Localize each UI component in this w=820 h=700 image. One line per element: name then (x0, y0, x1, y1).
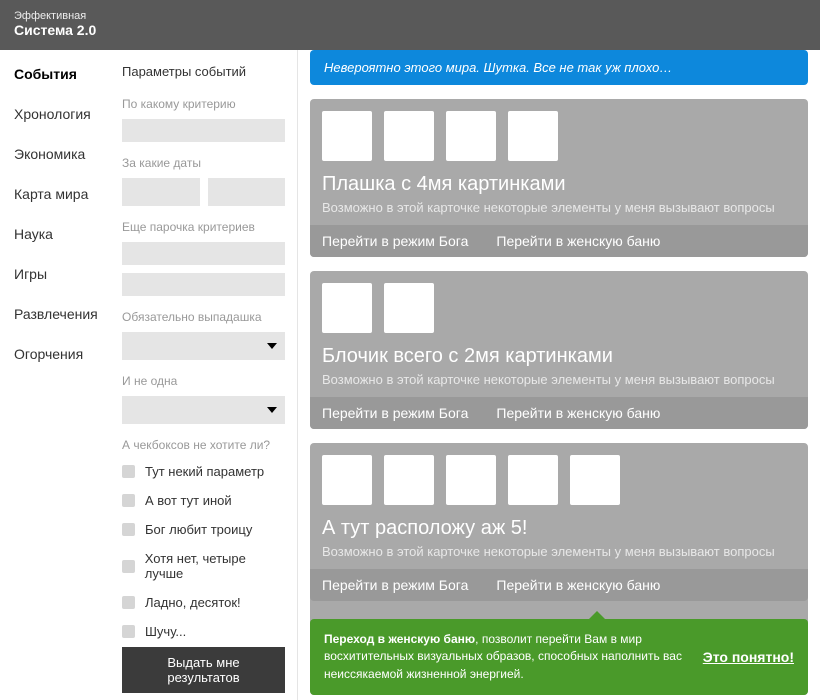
date-from-input[interactable] (122, 178, 200, 206)
checkbox-icon (122, 465, 135, 478)
card-1: Плашка с 4мя картинками Возможно в этой … (310, 99, 808, 257)
god-mode-link[interactable]: Перейти в режим Бога (322, 577, 468, 593)
header: Эффективная Система 2.0 (0, 0, 820, 50)
thumbnail[interactable] (508, 111, 558, 161)
checkboxes-label: А чекбоксов не хотите ли? (122, 438, 285, 452)
bathhouse-link[interactable]: Перейти в женскую баню (496, 577, 660, 593)
dropdown1-label: Обязательно выпадашка (122, 310, 285, 324)
checkbox-label: Хотя нет, четыре лучше (145, 551, 285, 581)
thumbnail[interactable] (446, 111, 496, 161)
info-banner-text: Невероятно этого мира. Шутка. Все не так… (324, 60, 794, 75)
checkbox-label: А вот тут иной (145, 493, 232, 508)
card-2: Блочик всего с 2мя картинками Возможно в… (310, 271, 808, 429)
more-criteria-label: Еще парочка критериев (122, 220, 285, 234)
date-to-input[interactable] (208, 178, 286, 206)
checkbox-label: Ладно, десяток! (145, 595, 241, 610)
thumbnail[interactable] (384, 455, 434, 505)
checkbox-label: Бог любит троицу (145, 522, 252, 537)
thumbnail[interactable] (508, 455, 558, 505)
card-title: Плашка с 4мя картинками (322, 173, 796, 196)
content-area[interactable]: Невероятно этого мира. Шутка. Все не так… (298, 50, 820, 700)
checkbox-4[interactable]: Хотя нет, четыре лучше (122, 551, 285, 581)
extra-input-2[interactable] (122, 273, 285, 296)
nav-item-games[interactable]: Игры (14, 266, 104, 282)
checkbox-2[interactable]: А вот тут иной (122, 493, 285, 508)
nav-item-science[interactable]: Наука (14, 226, 104, 242)
nav-item-entertainment[interactable]: Развлечения (14, 306, 104, 322)
checkbox-icon (122, 523, 135, 536)
card-description: Возможно в этой карточке некоторые элеме… (322, 544, 796, 559)
checkbox-icon (122, 625, 135, 638)
dates-label: За какие даты (122, 156, 285, 170)
thumbnail[interactable] (570, 455, 620, 505)
nav-item-economy[interactable]: Экономика (14, 146, 104, 162)
card-title: А тут расположу аж 5! (322, 517, 796, 540)
checkbox-icon (122, 596, 135, 609)
checkbox-label: Шучу... (145, 624, 186, 639)
god-mode-link[interactable]: Перейти в режим Бога (322, 405, 468, 421)
god-mode-link[interactable]: Перейти в режим Бога (322, 233, 468, 249)
thumbnail[interactable] (446, 455, 496, 505)
thumbnail[interactable] (322, 283, 372, 333)
card-description: Возможно в этой карточке некоторые элеме… (322, 200, 796, 215)
tooltip-text: Переход в женскую баню, позволит перейти… (324, 631, 687, 683)
thumbnail[interactable] (384, 111, 434, 161)
card-title: Блочик всего с 2мя картинками (322, 345, 796, 368)
bathhouse-link[interactable]: Перейти в женскую баню (496, 233, 660, 249)
filters-heading: Параметры событий (122, 64, 285, 79)
extra-input-1[interactable] (122, 242, 285, 265)
checkbox-1[interactable]: Тут некий параметр (122, 464, 285, 479)
nav-item-chronology[interactable]: Хронология (14, 106, 104, 122)
checkbox-3[interactable]: Бог любит троицу (122, 522, 285, 537)
nav-item-worldmap[interactable]: Карта мира (14, 186, 104, 202)
card-3: А тут расположу аж 5! Возможно в этой ка… (310, 443, 808, 695)
checkbox-5[interactable]: Ладно, десяток! (122, 595, 285, 610)
checkbox-label: Тут некий параметр (145, 464, 264, 479)
dropdown-1[interactable] (122, 332, 285, 360)
card-description: Возможно в этой карточке некоторые элеме… (322, 372, 796, 387)
criterion-input[interactable] (122, 119, 285, 142)
tooltip-ok-button[interactable]: Это понятно! (703, 649, 794, 665)
brand-title: Система 2.0 (14, 22, 806, 38)
info-banner: Невероятно этого мира. Шутка. Все не так… (310, 50, 808, 85)
nav-item-events[interactable]: События (14, 66, 104, 82)
submit-button[interactable]: Выдать мне результатов (122, 647, 285, 693)
thumbnail[interactable] (384, 283, 434, 333)
sidebar-nav: События Хронология Экономика Карта мира … (0, 50, 116, 700)
tooltip-panel: Переход в женскую баню, позволит перейти… (310, 619, 808, 695)
bathhouse-link[interactable]: Перейти в женскую баню (496, 405, 660, 421)
checkbox-icon (122, 494, 135, 507)
nav-item-sadness[interactable]: Огорчения (14, 346, 104, 362)
dropdown2-label: И не одна (122, 374, 285, 388)
thumbnail[interactable] (322, 111, 372, 161)
checkbox-icon (122, 560, 135, 573)
thumbnail[interactable] (322, 455, 372, 505)
filters-panel: Параметры событий По какому критерию За … (116, 50, 298, 700)
criterion-label: По какому критерию (122, 97, 285, 111)
brand-subtitle: Эффективная (14, 10, 806, 22)
dropdown-2[interactable] (122, 396, 285, 424)
checkbox-6[interactable]: Шучу... (122, 624, 285, 639)
